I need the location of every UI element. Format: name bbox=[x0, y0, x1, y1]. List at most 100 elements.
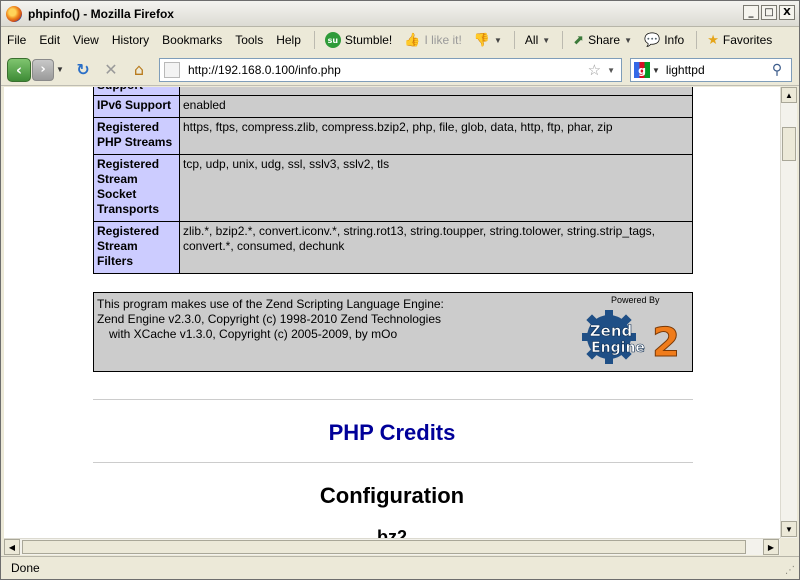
back-button[interactable]: ‹ bbox=[7, 57, 31, 82]
toolbar-separator bbox=[313, 31, 315, 49]
horizontal-rule bbox=[93, 462, 693, 463]
window-title: phpinfo() - Mozilla Firefox bbox=[28, 6, 174, 21]
content-viewport: Support IPv6 Support enabled Registered … bbox=[4, 87, 780, 538]
search-bar[interactable]: g ▼ ⚲ bbox=[630, 58, 792, 82]
row-value: zlib.*, bzip2.*, convert.iconv.*, string… bbox=[179, 221, 693, 274]
thumbs-down-button[interactable]: 👎 ▼ bbox=[474, 33, 502, 48]
all-dropdown[interactable]: All ▼ bbox=[525, 33, 550, 47]
chevron-down-icon: ▼ bbox=[493, 35, 502, 45]
menu-help[interactable]: Help bbox=[276, 33, 301, 47]
minimize-button[interactable]: _ bbox=[743, 5, 759, 20]
url-bar[interactable]: http://192.168.0.100/info.php ☆ ▼ bbox=[159, 58, 622, 82]
scroll-right-button[interactable]: ▶ bbox=[763, 539, 779, 555]
thumbs-down-icon: 👎 bbox=[473, 32, 490, 48]
streams-table: Support IPv6 Support enabled Registered … bbox=[93, 87, 693, 274]
thumbs-up-icon: 👍 bbox=[404, 32, 421, 48]
info-button[interactable]: 💬 Info bbox=[644, 33, 684, 48]
history-dropdown-button[interactable]: ▼ bbox=[56, 65, 66, 74]
scroll-up-button[interactable]: ▲ bbox=[781, 87, 797, 103]
favorites-star-icon: ★ bbox=[707, 32, 719, 48]
url-text[interactable]: http://192.168.0.100/info.php bbox=[188, 63, 588, 77]
horizontal-scroll-thumb[interactable] bbox=[22, 540, 746, 554]
row-label: Registered Stream Filters bbox=[93, 221, 180, 274]
row-value: https, ftps, compress.zlib, compress.bzi… bbox=[179, 117, 693, 155]
table-row: IPv6 Support enabled bbox=[93, 95, 693, 118]
ilike-button[interactable]: 👍 I like it! bbox=[404, 33, 462, 48]
info-bubble-icon: 💬 bbox=[644, 32, 661, 48]
menu-edit[interactable]: Edit bbox=[39, 33, 60, 47]
maximize-button[interactable]: □ bbox=[761, 5, 777, 20]
scrollbar-corner bbox=[780, 538, 797, 555]
menu-history[interactable]: History bbox=[112, 33, 149, 47]
horizontal-rule bbox=[93, 399, 693, 400]
scroll-down-button[interactable]: ▼ bbox=[781, 521, 797, 537]
favorites-button[interactable]: ★ Favorites bbox=[707, 33, 772, 48]
google-icon[interactable]: g bbox=[634, 62, 650, 78]
powered-by-label: Powered By bbox=[611, 295, 660, 305]
zend-engine-logo[interactable]: 2 Zend Engine bbox=[576, 308, 688, 366]
row-label: IPv6 Support bbox=[93, 95, 180, 118]
menu-bookmarks[interactable]: Bookmarks bbox=[162, 33, 222, 47]
zend-line: Zend Engine v2.3.0, Copyright (c) 1998-2… bbox=[97, 312, 441, 326]
page-favicon-icon bbox=[164, 62, 180, 78]
zend-logo-word: Engine bbox=[591, 340, 645, 356]
browser-window: phpinfo() - Mozilla Firefox _ □ X File E… bbox=[0, 0, 800, 580]
stumble-button[interactable]: su Stumble! bbox=[324, 32, 392, 48]
menu-bar: File Edit View History Bookmarks Tools H… bbox=[1, 27, 799, 53]
scroll-left-button[interactable]: ◀ bbox=[4, 539, 20, 555]
close-button[interactable]: X bbox=[779, 5, 795, 20]
reload-button[interactable]: ↻ bbox=[72, 59, 94, 81]
row-value: enabled bbox=[179, 95, 693, 118]
share-icon: ⬈ bbox=[573, 32, 585, 48]
magnifier-icon[interactable]: ⚲ bbox=[772, 62, 782, 78]
menu-file[interactable]: File bbox=[7, 33, 26, 47]
favorites-label: Favorites bbox=[722, 33, 773, 47]
stop-button[interactable]: ✕ bbox=[100, 59, 122, 81]
home-icon: ⌂ bbox=[133, 60, 145, 79]
php-credits-link[interactable]: PHP Credits bbox=[4, 420, 780, 446]
forward-button[interactable]: › bbox=[32, 58, 54, 81]
firefox-logo-icon bbox=[6, 5, 22, 22]
horizontal-scrollbar[interactable]: ◀ ▶ bbox=[4, 538, 780, 555]
chevron-down-icon: ▼ bbox=[624, 35, 633, 45]
home-button[interactable]: ⌂ bbox=[128, 59, 150, 81]
table-row: Registered PHP Streams https, ftps, comp… bbox=[93, 117, 693, 155]
share-button[interactable]: ⬈ Share ▼ bbox=[573, 33, 632, 48]
info-label: Info bbox=[664, 33, 685, 47]
all-label: All bbox=[524, 33, 539, 47]
configuration-heading: Configuration bbox=[319, 483, 465, 508]
table-row: Registered Stream Filters zlib.*, bzip2.… bbox=[93, 221, 693, 274]
forward-arrow-icon: › bbox=[40, 62, 46, 77]
resize-grip-icon[interactable]: ⋰ bbox=[785, 565, 795, 576]
navigation-toolbar: ‹ › ▼ ↻ ✕ ⌂ http://192.168.0.100/info.ph… bbox=[1, 54, 799, 86]
url-dropdown-button[interactable]: ▼ bbox=[607, 66, 615, 75]
bookmark-star-icon[interactable]: ☆ bbox=[588, 61, 601, 79]
row-value bbox=[179, 87, 693, 96]
vertical-scroll-thumb[interactable] bbox=[782, 127, 796, 161]
chevron-down-icon: ▼ bbox=[542, 35, 551, 45]
ilike-label: I like it! bbox=[424, 33, 462, 47]
zend-credits-text: This program makes use of the Zend Scrip… bbox=[97, 297, 444, 342]
menu-tools[interactable]: Tools bbox=[235, 33, 263, 47]
stumbleupon-icon: su bbox=[324, 32, 341, 48]
table-row: Registered Stream Socket Transports tcp,… bbox=[93, 154, 693, 222]
phpinfo-page: Support IPv6 Support enabled Registered … bbox=[4, 87, 780, 538]
title-bar: phpinfo() - Mozilla Firefox _ □ X bbox=[1, 1, 799, 27]
status-bar: Done ⋰ bbox=[1, 556, 799, 579]
chevron-down-icon[interactable]: ▼ bbox=[652, 66, 660, 75]
zend-logo-word: Zend bbox=[590, 322, 632, 340]
search-input[interactable] bbox=[665, 63, 770, 77]
share-label: Share bbox=[588, 33, 621, 47]
stop-icon: ✕ bbox=[104, 60, 118, 79]
status-text: Done bbox=[11, 561, 40, 575]
toolbar-separator bbox=[513, 31, 515, 49]
bz2-heading: bz2 bbox=[376, 527, 407, 538]
zend-line: This program makes use of the Zend Scrip… bbox=[97, 297, 444, 311]
menu-view[interactable]: View bbox=[73, 33, 99, 47]
toolbar-separator bbox=[562, 31, 564, 49]
row-value: tcp, udp, unix, udg, ssl, sslv3, sslv2, … bbox=[179, 154, 693, 222]
row-label: Registered Stream Socket Transports bbox=[93, 154, 180, 222]
toolbar-separator bbox=[696, 31, 698, 49]
back-arrow-icon: ‹ bbox=[15, 60, 23, 79]
vertical-scrollbar[interactable]: ▲ ▼ bbox=[780, 87, 797, 538]
